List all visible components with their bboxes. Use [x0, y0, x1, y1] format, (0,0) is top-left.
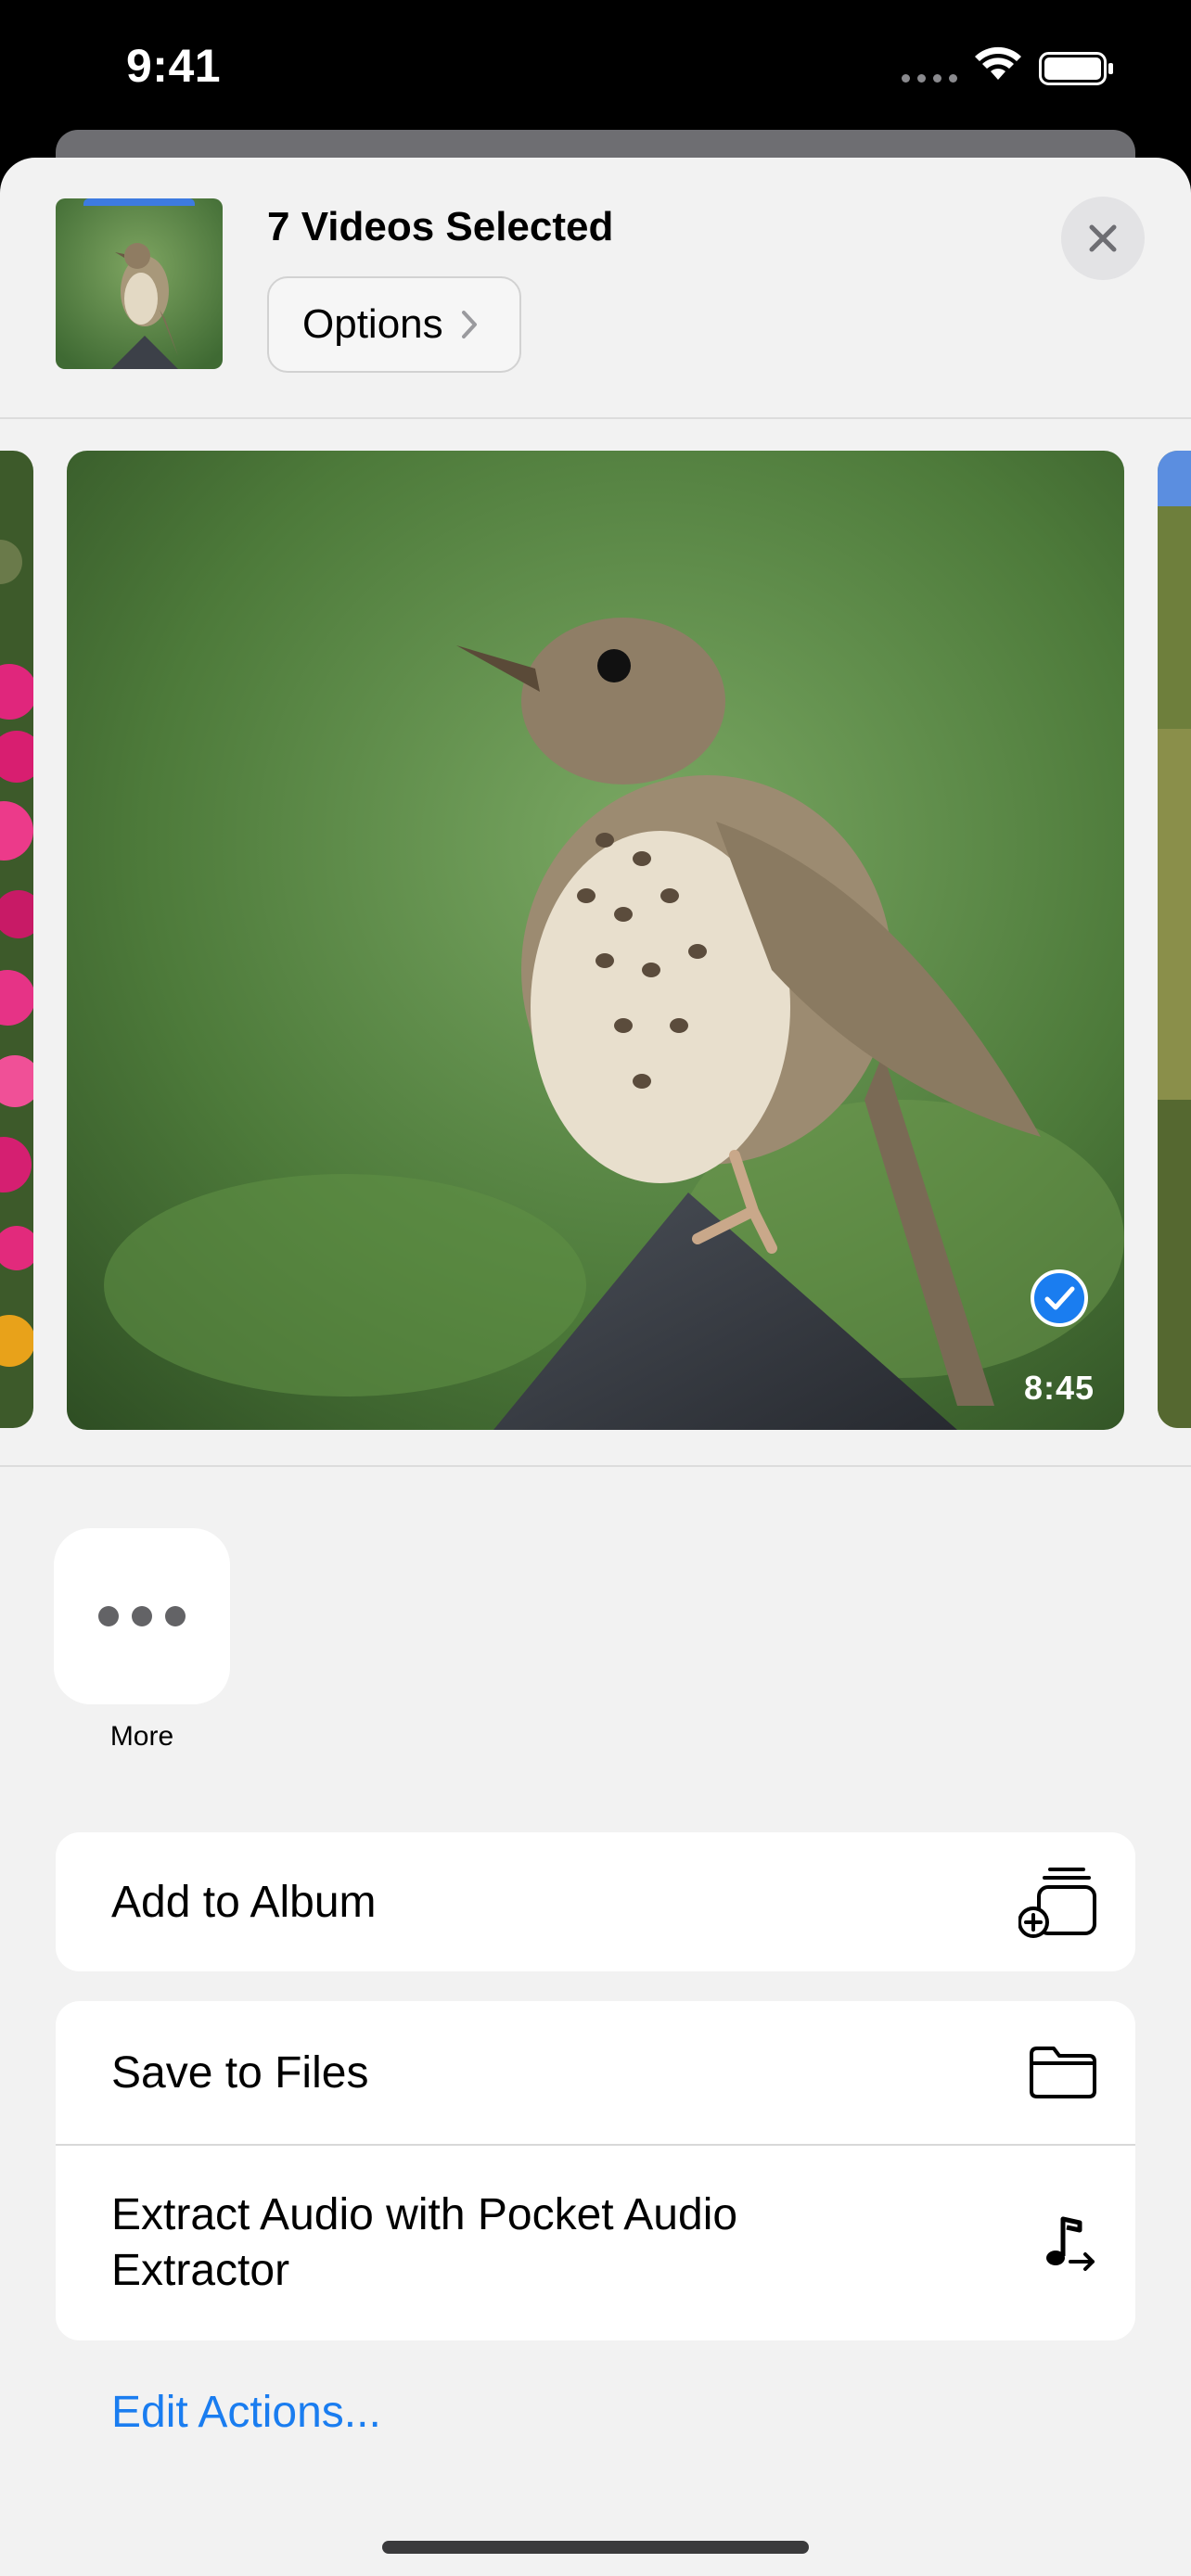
- save-to-files-action[interactable]: Save to Files: [56, 2001, 1135, 2144]
- wifi-icon: [975, 46, 1021, 80]
- action-group-album: Add to Album: [56, 1832, 1135, 1971]
- add-to-album-action[interactable]: Add to Album: [56, 1832, 1135, 1971]
- status-time: 9:41: [126, 40, 222, 92]
- share-sheet-header: 7 Videos Selected Options: [0, 158, 1191, 419]
- edit-actions-link[interactable]: Edit Actions...: [111, 2387, 381, 2438]
- save-to-files-label: Save to Files: [111, 2047, 369, 2098]
- extract-audio-label: Extract Audio with Pocket Audio Extracto…: [111, 2190, 738, 2295]
- status-bar: 9:41: [0, 0, 1191, 139]
- chevron-right-icon: [461, 311, 477, 338]
- action-group-files: Save to Files Extract Audio with Pocket …: [56, 2001, 1135, 2340]
- close-icon: [1089, 224, 1117, 252]
- home-indicator: [382, 2541, 809, 2554]
- video-duration: 8:45: [1023, 1369, 1095, 1407]
- selected-checkmark-icon: [1031, 1269, 1088, 1327]
- close-button[interactable]: [1061, 197, 1145, 280]
- selection-thumbnail: [56, 198, 223, 369]
- more-label: More: [109, 1721, 174, 1752]
- extract-audio-action[interactable]: Extract Audio with Pocket Audio Extracto…: [56, 2144, 1135, 2340]
- music-note-arrow-icon: [1046, 2216, 1095, 2271]
- folder-icon: [1030, 2047, 1096, 2098]
- options-button-label: Options: [302, 301, 443, 347]
- previous-media-item[interactable]: [0, 451, 33, 1428]
- more-button[interactable]: [54, 1528, 230, 1704]
- add-to-album-label: Add to Album: [111, 1877, 377, 1927]
- cellular-signal-icon: [902, 74, 957, 83]
- options-button[interactable]: Options: [267, 276, 521, 373]
- next-media-item[interactable]: [1158, 451, 1191, 1428]
- add-to-album-icon: [1018, 1868, 1096, 1938]
- selected-video-preview[interactable]: 8:45: [67, 451, 1124, 1430]
- battery-icon: [1039, 52, 1113, 85]
- sheet-title: 7 Videos Selected: [267, 204, 614, 249]
